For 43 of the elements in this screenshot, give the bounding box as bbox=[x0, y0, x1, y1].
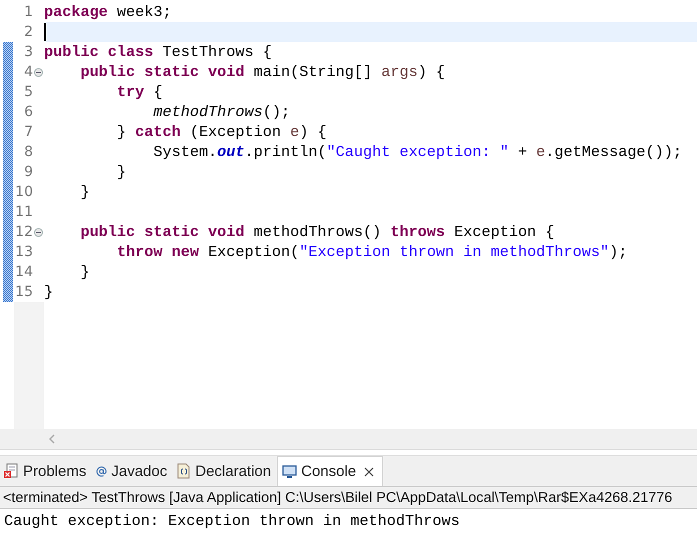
line-number: 14 bbox=[14, 264, 33, 280]
code-line: try { bbox=[116, 83, 162, 101]
code-line: } catch (Exception e) { bbox=[116, 123, 327, 141]
code-line: public static void methodThrows() throws Exception { bbox=[79, 223, 554, 241]
panel-tab[interactable]: Problems bbox=[0, 456, 92, 486]
line-number: 4 bbox=[23, 64, 33, 80]
horizontal-scrollbar[interactable] bbox=[0, 429, 697, 449]
javadoc-icon bbox=[96, 466, 108, 476]
monitor-icon bbox=[282, 464, 298, 478]
line-number: 8 bbox=[23, 144, 33, 160]
line-number: 3 bbox=[23, 44, 33, 60]
line-number: 12 bbox=[14, 224, 33, 240]
panel-tab[interactable]: Javadoc bbox=[92, 456, 174, 486]
code-line: System.out.println("Caught exception: " + e.getMessage()); bbox=[152, 143, 682, 161]
panel-tab[interactable]: Console bbox=[277, 456, 384, 486]
collapse-icon[interactable] bbox=[34, 68, 43, 76]
close-icon[interactable] bbox=[364, 466, 374, 476]
code-line: package week3; bbox=[44, 3, 172, 21]
console-status: <terminated> TestThrows [Java Application] C:\Users\Bilel PC\AppData\Local\Temp\Rar$EXa4268.21776 bbox=[3, 490, 672, 506]
code-line: } bbox=[79, 263, 90, 281]
line-number: 10 bbox=[14, 184, 33, 200]
line-number: 1 bbox=[23, 4, 33, 20]
code-line: } bbox=[79, 183, 90, 201]
panel-tab[interactable]: Declaration bbox=[173, 456, 278, 486]
code-line: } bbox=[116, 163, 126, 181]
code-line: } bbox=[44, 283, 54, 301]
collapse-icon[interactable] bbox=[34, 228, 43, 236]
line-number: 9 bbox=[23, 164, 33, 180]
declaration-icon bbox=[177, 463, 192, 479]
problems-icon bbox=[4, 463, 19, 479]
code-line: public static void main(String[] args) { bbox=[79, 63, 446, 81]
line-number: 5 bbox=[23, 84, 33, 100]
console-output: Caught exception: Exception thrown in methodThrows bbox=[4, 512, 460, 530]
code-line: methodThrows(); bbox=[152, 103, 290, 121]
line-number: 7 bbox=[23, 124, 33, 140]
line-number: 15 bbox=[14, 284, 33, 300]
line-number: 6 bbox=[23, 104, 33, 120]
line-number: 2 bbox=[23, 24, 33, 40]
code-line: throw new Exception("Exception thrown in methodThrows"); bbox=[116, 243, 628, 261]
line-number: 13 bbox=[14, 244, 33, 260]
text-caret bbox=[44, 23, 46, 41]
code-line: public class TestThrows { bbox=[44, 43, 272, 61]
line-number: 11 bbox=[14, 204, 33, 220]
